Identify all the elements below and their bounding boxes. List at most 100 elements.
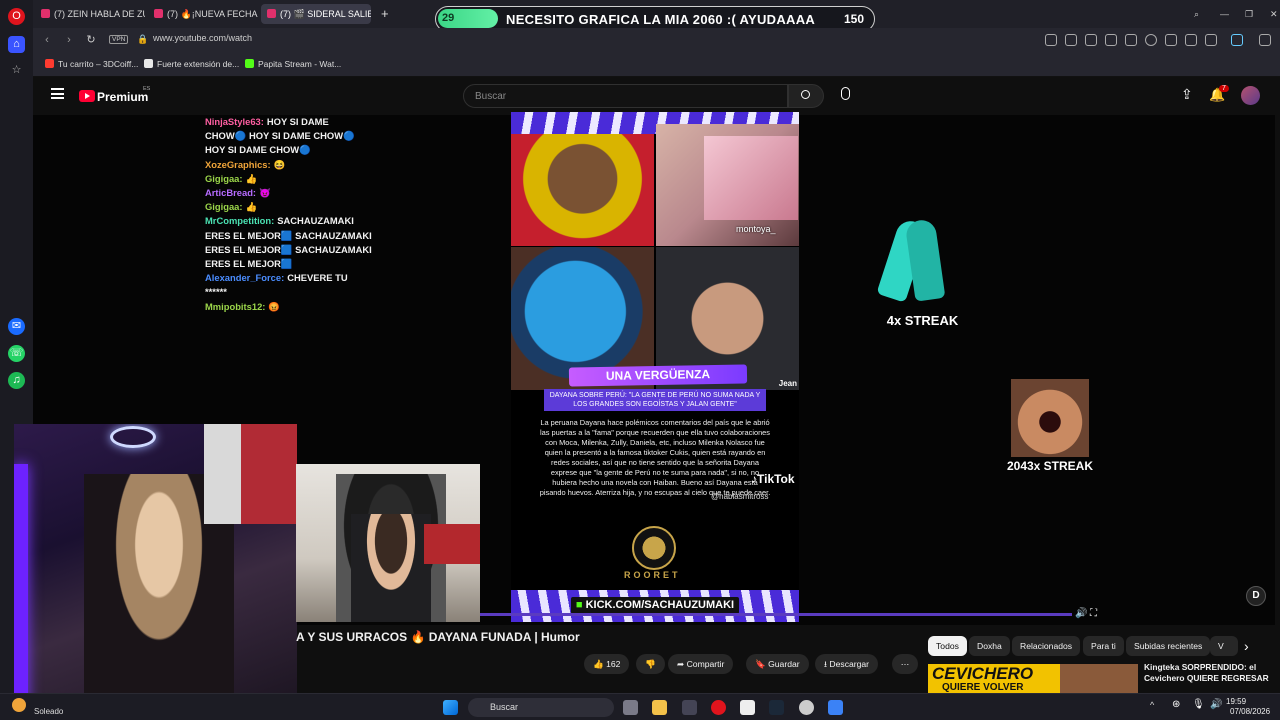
filter-chip[interactable]: Subidas recientes bbox=[1126, 636, 1211, 656]
chat-username[interactable]: XozeGraphics: bbox=[205, 159, 271, 170]
filter-chip[interactable]: V bbox=[1210, 636, 1238, 656]
related-title[interactable]: Kingteka SORPRENDIDO: el Cevichero QUIER… bbox=[1144, 662, 1272, 684]
chat-username[interactable]: Gigigaa: bbox=[205, 201, 243, 212]
clown-face-image bbox=[511, 134, 654, 246]
bookmark-favicon bbox=[45, 59, 54, 68]
chat-username[interactable]: Alexander_Force: bbox=[205, 272, 284, 283]
file-explorer-icon[interactable] bbox=[652, 700, 667, 715]
opera-icon[interactable] bbox=[711, 700, 726, 715]
network-icon[interactable]: ⊛ bbox=[1172, 699, 1180, 710]
tab-3[interactable]: (7) 🎬 SIDERAL SALIENDO bbox=[261, 4, 371, 24]
reload-icon[interactable]: ↻ bbox=[83, 32, 99, 48]
filter-chip[interactable]: Relacionados bbox=[1012, 636, 1081, 656]
selfie-image: montoya_ bbox=[656, 124, 799, 246]
notepad-icon[interactable] bbox=[740, 700, 755, 715]
search-button[interactable] bbox=[788, 84, 824, 108]
whatsapp-icon[interactable]: ☏ bbox=[8, 345, 25, 362]
bookmark-1[interactable]: Tu carrito – 3DCoiff... bbox=[45, 59, 138, 69]
chat-username[interactable]: NinjaStyle63: bbox=[205, 116, 264, 127]
filter-chip[interactable]: Todos bbox=[928, 636, 967, 656]
mic-icon[interactable] bbox=[841, 87, 850, 100]
chat-message: ArticBread: 😈 bbox=[205, 186, 505, 200]
mic-tray-icon[interactable]: 🎙 bbox=[1192, 699, 1205, 710]
forward-icon[interactable]: › bbox=[61, 32, 77, 48]
download-label: Descargar bbox=[829, 659, 870, 669]
messenger-icon[interactable]: ✉ bbox=[8, 318, 25, 335]
d-logo-icon[interactable]: D bbox=[1246, 586, 1266, 606]
share-label: Compartir bbox=[686, 659, 725, 669]
shield-icon[interactable] bbox=[1105, 34, 1117, 46]
tab-2-label: (7) 🔥¡NUEVA FECHA par bbox=[167, 9, 258, 19]
edit-icon[interactable] bbox=[1065, 34, 1077, 46]
region-code: ES bbox=[143, 86, 151, 92]
new-tab-button[interactable]: + bbox=[375, 4, 393, 24]
dislike-button[interactable]: 👎 bbox=[636, 654, 665, 674]
tab-1[interactable]: (7) ZEIN HABLA DE ZULLY bbox=[35, 4, 145, 24]
lock-icon: 🔒 bbox=[137, 34, 149, 44]
tab-2[interactable]: (7) 🔥¡NUEVA FECHA par bbox=[148, 4, 258, 24]
download-button[interactable]: ⭳ Descargar bbox=[815, 654, 879, 674]
star-icon[interactable]: ☆ bbox=[8, 62, 25, 79]
chat-username[interactable]: Gigigaa: bbox=[205, 173, 243, 184]
filter-chip[interactable]: Para ti bbox=[1083, 636, 1124, 656]
download-icon[interactable] bbox=[1165, 34, 1177, 46]
task-view-icon[interactable] bbox=[623, 700, 638, 715]
menu-icon[interactable] bbox=[1185, 34, 1197, 46]
settings-icon[interactable] bbox=[828, 700, 843, 715]
like-button[interactable]: 👍 162 bbox=[584, 654, 630, 674]
chat-text: SACHAUZAMAKI bbox=[277, 215, 354, 227]
camera-icon[interactable] bbox=[1085, 34, 1097, 46]
heart-icon[interactable] bbox=[1145, 34, 1157, 46]
maximize-button[interactable]: ❐ bbox=[1239, 4, 1259, 24]
hamburger-menu-icon[interactable] bbox=[51, 88, 64, 99]
search-icon[interactable] bbox=[1045, 34, 1057, 46]
save-button[interactable]: 🔖 Guardar bbox=[746, 654, 809, 674]
home-icon[interactable]: ⌂ bbox=[8, 36, 25, 53]
tiktok-label: TikTok bbox=[757, 472, 795, 486]
extension-icon[interactable] bbox=[1231, 34, 1243, 46]
tray-chevron-icon[interactable]: ^ bbox=[1150, 700, 1154, 710]
more-actions-icon[interactable]: ⋯ bbox=[892, 654, 918, 674]
chat-username[interactable]: Mmipobits12: bbox=[205, 301, 265, 312]
obs-icon[interactable] bbox=[799, 700, 814, 715]
thumbs-down-icon: 👎 bbox=[645, 659, 656, 669]
app-icon[interactable] bbox=[682, 700, 697, 715]
bookmark-3[interactable]: Papita Stream - Wat... bbox=[245, 59, 341, 69]
weather-icon[interactable] bbox=[12, 698, 26, 712]
minimize-button[interactable]: — bbox=[1214, 4, 1235, 24]
bookmarks-bar: Tu carrito – 3DCoiff... Fuerte extensión… bbox=[33, 53, 1280, 77]
chat-username[interactable]: MrCompetition: bbox=[205, 215, 274, 226]
upload-icon[interactable]: ⇪ bbox=[1181, 86, 1193, 103]
vpn-badge[interactable]: VPN bbox=[109, 35, 129, 44]
back-icon[interactable]: ‹ bbox=[39, 32, 55, 48]
volume-icon[interactable]: 🔊 bbox=[1075, 608, 1087, 619]
speaker-icon[interactable]: 🔊 bbox=[1210, 699, 1222, 710]
related-thumbnail[interactable]: CEVICHERO QUIERE VOLVER bbox=[928, 664, 1138, 694]
taskbar-search-label: Buscar bbox=[490, 702, 519, 712]
avatar[interactable] bbox=[1241, 86, 1260, 105]
shame-banner: UNA VERGÜENZA bbox=[568, 364, 748, 387]
url-field[interactable]: www.youtube.com/watch bbox=[153, 33, 252, 43]
filter-chip[interactable]: Doxha bbox=[969, 636, 1010, 656]
bookmark-2[interactable]: Fuerte extensión de... bbox=[144, 59, 239, 69]
taskbar-search[interactable]: Buscar bbox=[468, 698, 614, 717]
clock-date: 07/08/2026 bbox=[1230, 707, 1271, 716]
play-icon[interactable] bbox=[1125, 34, 1137, 46]
youtube-logo-icon[interactable] bbox=[79, 90, 95, 102]
steam-icon[interactable] bbox=[769, 700, 784, 715]
wallet-icon[interactable] bbox=[1205, 34, 1217, 46]
easy-setup-icon[interactable] bbox=[1259, 34, 1271, 46]
chevron-right-icon[interactable]: › bbox=[1244, 638, 1249, 654]
close-window-button[interactable]: ✕ bbox=[1264, 4, 1280, 24]
chat-text: 😡 bbox=[268, 300, 281, 312]
share-button[interactable]: ➦ Compartir bbox=[668, 654, 734, 674]
windows-start-icon[interactable] bbox=[443, 700, 458, 715]
youtube-premium-logo[interactable]: Premium bbox=[97, 90, 148, 104]
chat-username[interactable]: ArticBread: bbox=[205, 187, 256, 198]
search-input[interactable]: Buscar bbox=[463, 84, 788, 108]
spotify-icon[interactable]: ♫ bbox=[8, 372, 25, 389]
player-progress-bar[interactable] bbox=[480, 613, 1072, 616]
search-tabs-icon[interactable]: ⌕ bbox=[1188, 4, 1205, 24]
fullscreen-icon[interactable]: ⛶ bbox=[1090, 608, 1097, 619]
opera-logo-icon[interactable]: O bbox=[8, 8, 25, 25]
